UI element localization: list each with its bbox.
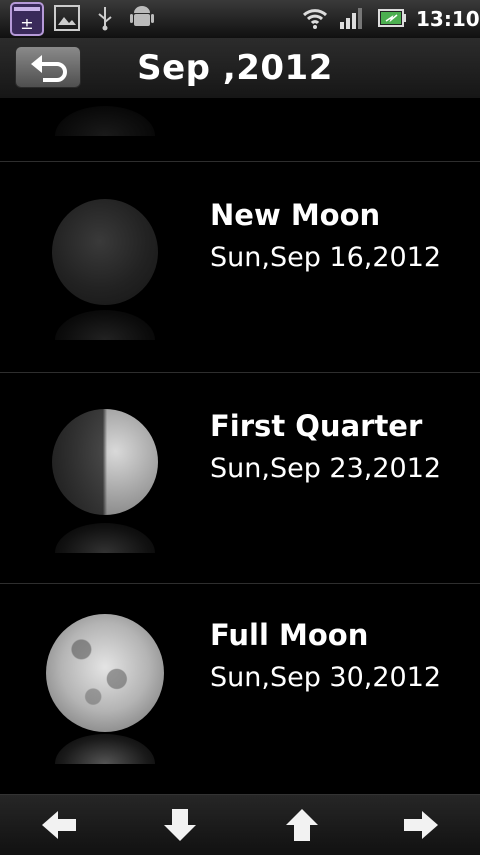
status-bar: ± 13:10 xyxy=(0,0,480,38)
page-title: Sep ,2012 xyxy=(137,48,333,88)
moon-reflection xyxy=(55,734,155,764)
phase-date: Sun,Sep 16,2012 xyxy=(210,242,442,273)
prev-month-button[interactable] xyxy=(40,807,80,843)
prev-phase-button[interactable] xyxy=(282,807,322,843)
next-phase-button[interactable] xyxy=(160,807,200,843)
arrow-left-icon xyxy=(42,811,76,839)
photo-app-icon xyxy=(54,5,80,31)
bottom-nav xyxy=(0,794,480,855)
arrow-down-icon xyxy=(164,809,196,841)
list-item-full-moon[interactable]: Full Moon Sun,Sep 30,2012 xyxy=(0,584,480,794)
phase-date: Sun,Sep 23,2012 xyxy=(210,453,442,484)
first-quarter-moon-icon xyxy=(52,409,158,515)
android-debug-icon xyxy=(130,5,154,31)
phase-name: First Quarter xyxy=(210,409,423,443)
header-bar: Sep ,2012 xyxy=(0,38,480,99)
phase-name: New Moon xyxy=(210,198,381,232)
list-item[interactable] xyxy=(0,98,480,162)
arrow-right-icon xyxy=(404,811,438,839)
list-item-first-quarter[interactable]: First Quarter Sun,Sep 23,2012 xyxy=(0,373,480,584)
moon-reflection-icon xyxy=(55,106,155,136)
moon-reflection xyxy=(55,523,155,553)
phase-date: Sun,Sep 30,2012 xyxy=(210,662,442,693)
signal-icon xyxy=(338,5,364,31)
next-month-button[interactable] xyxy=(400,807,440,843)
phase-name: Full Moon xyxy=(210,618,369,652)
battery-icon xyxy=(378,8,406,28)
status-time: 13:10 xyxy=(416,7,480,31)
usb-icon xyxy=(96,5,114,31)
arrow-up-icon xyxy=(286,809,318,841)
svg-text:±: ± xyxy=(20,14,33,33)
moon-phase-list[interactable]: New Moon Sun,Sep 16,2012 First Quarter S… xyxy=(0,98,480,794)
moon-reflection xyxy=(55,310,155,340)
full-moon-icon xyxy=(46,614,164,732)
wifi-icon xyxy=(302,5,328,31)
list-item-new-moon[interactable]: New Moon Sun,Sep 16,2012 xyxy=(0,162,480,373)
new-moon-icon xyxy=(52,199,158,305)
calculator-app-icon: ± xyxy=(10,2,44,36)
